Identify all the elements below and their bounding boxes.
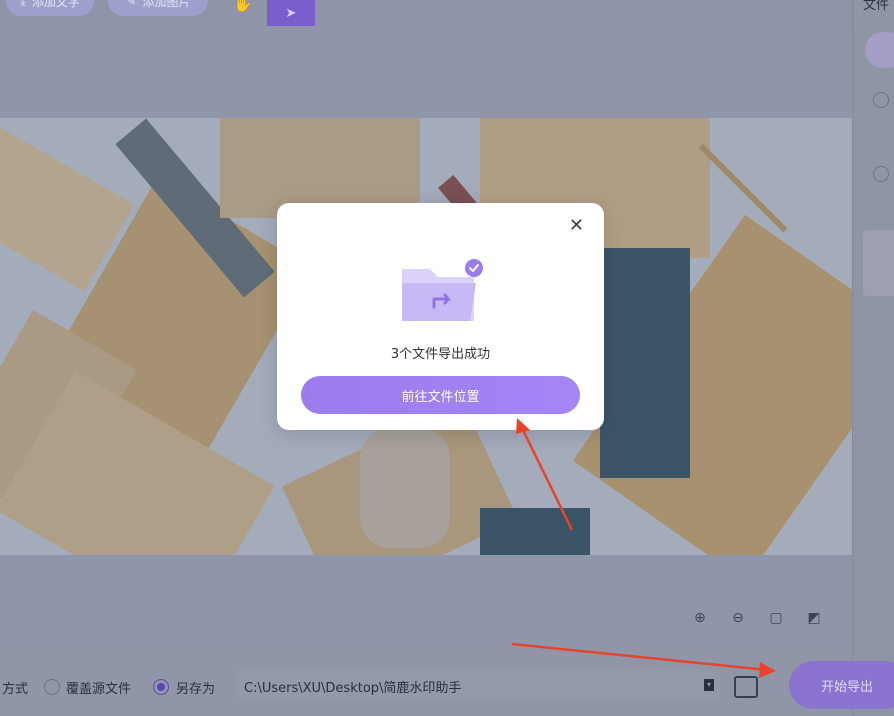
pointer-tool-button[interactable]: ➤ [267, 0, 315, 26]
mode-label: 方式 [2, 682, 29, 697]
save-as-label[interactable]: 另存为 [176, 678, 215, 697]
panel-title: 文件 [863, 0, 890, 13]
add-text-button[interactable]: ⤓ 添加文字 [6, 0, 94, 16]
image-stripe [480, 508, 590, 555]
folder-browse-icon[interactable] [734, 676, 758, 698]
image-add-icon: ✎ [125, 0, 137, 9]
panel-radio[interactable] [873, 92, 889, 108]
overwrite-label[interactable]: 覆盖源文件 [66, 678, 131, 697]
panel-tab[interactable] [865, 32, 894, 68]
text-add-icon: ⤓ [20, 0, 26, 9]
export-success-dialog: ✕ 3个文件导出成功 前往文件位置 [277, 203, 604, 430]
close-icon[interactable]: ✕ [569, 215, 584, 236]
panel-radio[interactable] [873, 166, 889, 182]
success-message: 3个文件导出成功 [390, 347, 491, 362]
toolbar: ⤓ 添加文字 ✎ 添加图片 ✋ ➤ [0, 0, 852, 26]
goto-location-button[interactable]: 前往文件位置 [301, 376, 580, 414]
save-as-radio[interactable] [153, 679, 169, 695]
reset-icon[interactable]: ◩ [804, 610, 824, 626]
folder-success-icon [402, 259, 483, 321]
overwrite-radio[interactable] [44, 679, 60, 695]
image-stripe [360, 428, 450, 548]
add-image-label: 添加图片 [142, 0, 191, 9]
zoom-toolbar: ⊕ ⊖ ▢ ◩ [690, 610, 824, 626]
output-path-select[interactable]: C:\Users\XU\Desktop\简鹿水印助手 ▾ [236, 670, 720, 700]
export-bar: 方式 覆盖源文件 另存为 C:\Users\XU\Desktop\简鹿水印助手 … [0, 646, 852, 716]
hand-icon[interactable]: ✋ [233, 0, 253, 13]
output-path-value: C:\Users\XU\Desktop\简鹿水印助手 [244, 681, 462, 696]
add-image-button[interactable]: ✎ 添加图片 [108, 0, 208, 16]
file-panel: 文件 [852, 0, 894, 716]
zoom-in-icon[interactable]: ⊕ [690, 610, 710, 626]
chevron-down-icon[interactable]: ▾ [704, 679, 714, 691]
zoom-out-icon[interactable]: ⊖ [728, 610, 748, 626]
fit-icon[interactable]: ▢ [766, 610, 786, 626]
image-stripe [600, 248, 690, 478]
pointer-icon: ➤ [285, 5, 297, 21]
add-text-label: 添加文字 [31, 0, 80, 9]
start-export-button[interactable]: 开始导出 [789, 661, 894, 709]
panel-item[interactable] [863, 230, 894, 296]
